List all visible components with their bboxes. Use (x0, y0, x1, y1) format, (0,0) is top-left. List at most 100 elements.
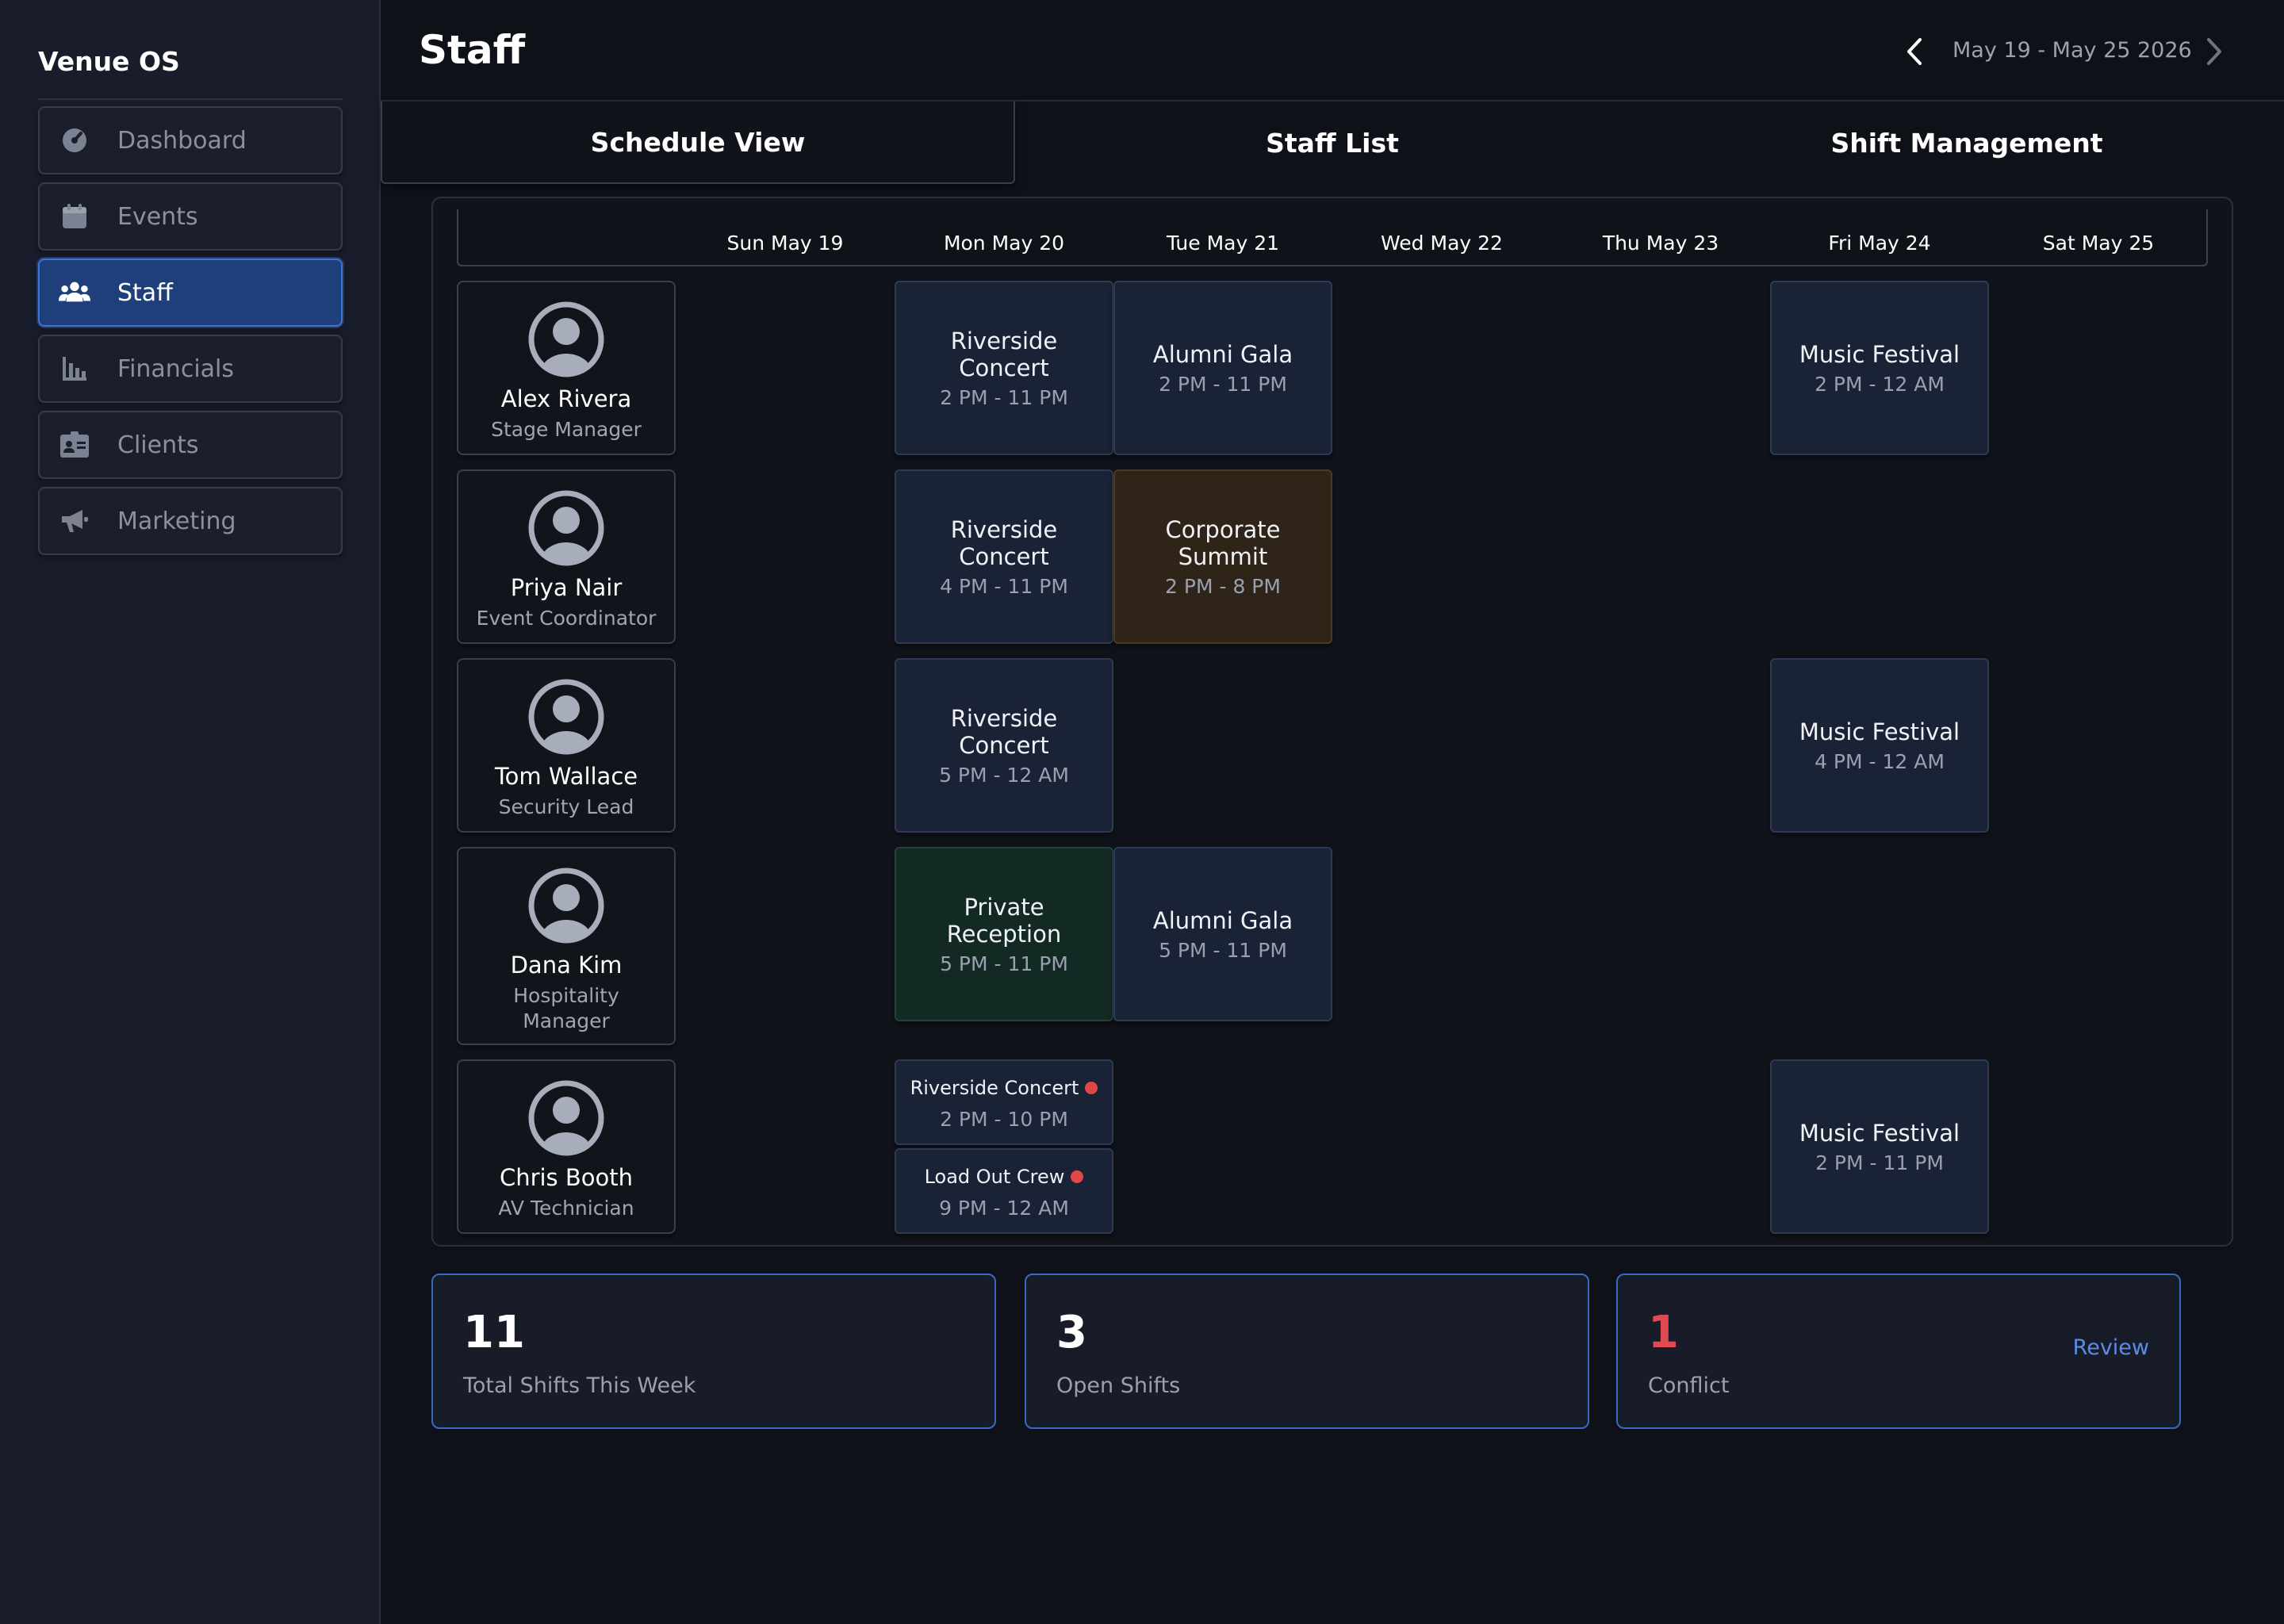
stat-label: Total Shifts This Week (463, 1373, 696, 1398)
shift-title: Alumni Gala (1152, 906, 1293, 934)
staff-name: Priya Nair (510, 574, 623, 601)
day-header: Sun May 19 (726, 232, 844, 255)
sidebar-item-marketing[interactable]: Marketing (38, 487, 343, 555)
stat-card-conflict: 1 Conflict Review (1616, 1274, 2181, 1429)
shift-title: Riverside Concert (950, 704, 1058, 759)
users-icon (59, 277, 90, 308)
shift-block[interactable]: Private Reception 5 PM - 11 PM (895, 847, 1113, 1021)
shift-block-conflict[interactable]: Riverside Concert 2 PM - 10 PM (895, 1059, 1113, 1145)
avatar-icon (528, 868, 604, 944)
shift-time: 5 PM - 11 PM (1159, 938, 1287, 962)
staff-card[interactable]: Chris Booth AV Technician (457, 1059, 676, 1234)
avatar-icon (528, 301, 604, 377)
stat-value: 1 (1648, 1307, 1679, 1358)
tab-staff-list[interactable]: Staff List (1015, 102, 1650, 184)
chevron-left-icon (1907, 38, 1922, 65)
shift-title: Music Festival (1799, 718, 1960, 745)
shift-block[interactable]: Music Festival 4 PM - 12 AM (1770, 658, 1989, 833)
shift-block[interactable]: Alumni Gala 2 PM - 11 PM (1113, 281, 1332, 455)
shift-title: Music Festival (1799, 1119, 1960, 1147)
sidebar-item-staff[interactable]: Staff (38, 259, 343, 327)
shift-block[interactable]: Riverside Concert 5 PM - 12 AM (895, 658, 1113, 833)
stat-value: 11 (463, 1307, 525, 1358)
staff-role: Event Coordinator (476, 607, 657, 630)
staff-name: Chris Booth (499, 1164, 634, 1191)
sidebar-item-clients[interactable]: Clients (38, 411, 343, 479)
dashboard-icon (59, 124, 90, 156)
stat-card-open-shifts: 3 Open Shifts (1025, 1274, 1589, 1429)
sidebar-item-dashboard[interactable]: Dashboard (38, 106, 343, 174)
shift-block[interactable]: Riverside Concert 2 PM - 11 PM (895, 281, 1113, 455)
day-header: Sat May 25 (2042, 232, 2155, 255)
shift-title: Alumni Gala (1152, 340, 1293, 368)
conflict-indicator-icon (1085, 1081, 1098, 1094)
shift-title: Riverside Concert (910, 1074, 1098, 1101)
shift-block[interactable]: Riverside Concert 4 PM - 11 PM (895, 469, 1113, 644)
day-header: Wed May 22 (1381, 232, 1503, 255)
staff-role: Stage Manager (491, 418, 642, 441)
day-header: Mon May 20 (943, 232, 1065, 255)
stat-card-total-shifts: 11 Total Shifts This Week (431, 1274, 996, 1429)
stat-label: Open Shifts (1056, 1373, 1181, 1398)
sidebar-item-label: Staff (117, 278, 173, 307)
shift-title: Riverside Concert (950, 515, 1058, 570)
staff-name: Tom Wallace (494, 763, 638, 790)
sidebar-item-events[interactable]: Events (38, 182, 343, 251)
megaphone-icon (59, 505, 90, 537)
shift-block[interactable]: Corporate Summit 2 PM - 8 PM (1113, 469, 1332, 644)
sidebar-item-label: Events (117, 202, 198, 231)
sidebar-item-label: Financials (117, 354, 234, 383)
shift-title: Corporate Summit (1165, 515, 1281, 570)
staff-name: Dana Kim (510, 952, 623, 979)
shift-time: 5 PM - 11 PM (940, 952, 1068, 975)
calendar-icon (59, 201, 90, 232)
shift-block[interactable]: Music Festival 2 PM - 12 AM (1770, 281, 1989, 455)
day-header: Thu May 23 (1602, 232, 1719, 255)
next-week-button[interactable] (2200, 32, 2228, 71)
stat-label: Conflict (1648, 1373, 1730, 1398)
shift-time: 2 PM - 11 PM (1159, 372, 1287, 396)
shift-time: 5 PM - 12 AM (939, 763, 1069, 787)
avatar-icon (528, 490, 604, 566)
shift-block[interactable]: Music Festival 2 PM - 11 PM (1770, 1059, 1989, 1234)
staff-role: Hospitality Manager (513, 984, 619, 1032)
staff-card[interactable]: Dana Kim Hospitality Manager (457, 847, 676, 1045)
sidebar-divider (38, 98, 343, 100)
shift-time: 2 PM - 8 PM (1165, 574, 1281, 598)
bar-chart-icon (59, 353, 90, 385)
shift-time: 4 PM - 12 AM (1815, 749, 1945, 773)
stat-value: 3 (1056, 1307, 1087, 1358)
staff-card[interactable]: Tom Wallace Security Lead (457, 658, 676, 833)
staff-card[interactable]: Alex Rivera Stage Manager (457, 281, 676, 455)
avatar-icon (528, 679, 604, 755)
previous-week-button[interactable] (1900, 32, 1929, 71)
staff-role: AV Technician (498, 1197, 634, 1220)
conflict-indicator-icon (1071, 1170, 1084, 1183)
shift-title-text: Load Out Crew (924, 1165, 1065, 1188)
shift-time: 2 PM - 11 PM (940, 385, 1068, 409)
shift-title: Riverside Concert (950, 327, 1058, 381)
review-conflict-link[interactable]: Review (2073, 1335, 2149, 1360)
shift-title: Load Out Crew (925, 1163, 1084, 1190)
shift-time: 2 PM - 12 AM (1815, 372, 1945, 396)
day-header: Fri May 24 (1828, 232, 1931, 255)
sidebar-item-label: Clients (117, 431, 199, 459)
sidebar: Venue OS Dashboard Events Staff Financia… (0, 0, 381, 1624)
shift-block[interactable]: Alumni Gala 5 PM - 11 PM (1113, 847, 1332, 1021)
staff-role: Security Lead (498, 795, 634, 818)
shift-block-conflict[interactable]: Load Out Crew 9 PM - 12 AM (895, 1148, 1113, 1234)
shift-time: 4 PM - 11 PM (940, 574, 1068, 598)
tab-shift-management[interactable]: Shift Management (1650, 102, 2284, 184)
sidebar-item-financials[interactable]: Financials (38, 335, 343, 403)
shift-title: Music Festival (1799, 340, 1960, 368)
date-range: May 19 - May 25 2026 (1953, 38, 2192, 63)
tab-schedule-view[interactable]: Schedule View (381, 102, 1015, 184)
staff-card[interactable]: Priya Nair Event Coordinator (457, 469, 676, 644)
shift-time: 2 PM - 11 PM (1815, 1151, 1944, 1174)
sidebar-item-label: Marketing (117, 507, 236, 535)
shift-title-text: Riverside Concert (910, 1076, 1079, 1099)
day-header: Tue May 21 (1166, 232, 1280, 255)
shift-title: Private Reception (946, 893, 1062, 948)
shift-time: 9 PM - 12 AM (939, 1196, 1069, 1220)
sidebar-item-label: Dashboard (117, 126, 247, 155)
